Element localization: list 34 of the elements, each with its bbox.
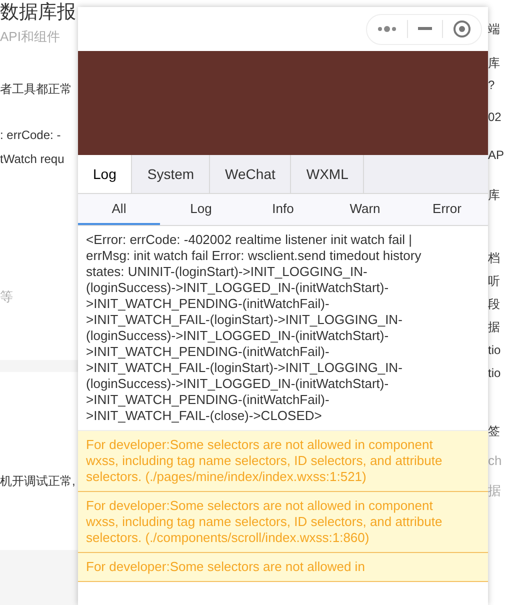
page-text: AP [488,147,504,164]
page-text: 者工具都正常 [0,81,73,98]
warning-entry: For developer:Some selectors are not allowed in component wxss, including tag name selectors, ID selectors, and attribute selectors. (./components/scroll/index.wxss:1:860) [78,492,488,553]
close-icon[interactable] [453,20,471,38]
page-text: 档 [488,250,500,267]
page-text: tio [488,342,501,359]
page-text: 机开调试正常, [0,473,76,490]
console-tab[interactable]: Log [78,155,132,193]
page-text: tWatch requ [0,151,66,168]
page-text: ch [488,452,502,470]
page-text: 等 [0,288,14,306]
page-text: 02 [488,109,502,126]
filter-tab[interactable]: Error [406,194,488,225]
page-text: : errCode: - [0,127,62,144]
page-text: tio [488,365,501,382]
filter-tab[interactable]: Log [160,194,242,225]
log-entry: <Error: errCode: -402002 realtime listener init watch fail | errMsg: init watch fail Error: wsclient.send timedout history states: UNINIT-(loginStart)->INIT_LOGGING_IN-(loginSuccess)->INIT_LOGGED_IN-(initWatchStart)->INIT_WATCH_PENDING-(initWatchFail)->INIT_WATCH_FAIL-(loginStart)->INIT_LOGGING_IN-(loginSuccess)->INIT_LOGGED_IN-(initWatchStart)->INIT_WATCH_PENDING-(initWatchFail)->INIT_WATCH_FAIL-(loginStart)->INIT_LOGGING_IN-(loginSuccess)->INIT_LOGGED_IN-(initWatchStart)->INIT_WATCH_PENDING-(initWatchFail)->INIT_WATCH_FAIL-(close)->CLOSED> [78,226,488,431]
page-text: 库 [488,187,500,204]
page-text: 据 [488,319,500,336]
warning-entry: For developer:Some selectors are not allowed in component wxss, including tag name selectors, ID selectors, and attribute selectors. (./pages/mine/index/index.wxss:1:521) [78,431,488,492]
page-text: 签 [488,423,500,440]
minimize-icon[interactable] [418,27,432,31]
warning-entry: For developer:Some selectors are not allowed in [78,553,488,582]
filter-tab[interactable]: Warn [324,194,406,225]
page-text: 听 [488,273,500,290]
page-text: 段 [488,296,500,313]
page-text: API和组件 [0,28,61,46]
page-text: ? [488,77,495,94]
page-text: 库 [488,55,500,72]
filter-tab[interactable]: Info [242,194,324,225]
more-icon[interactable] [377,25,397,33]
page-text: 数据库报 [0,4,77,22]
page-text: 据 [488,482,501,500]
page-text: 端 [488,21,500,38]
